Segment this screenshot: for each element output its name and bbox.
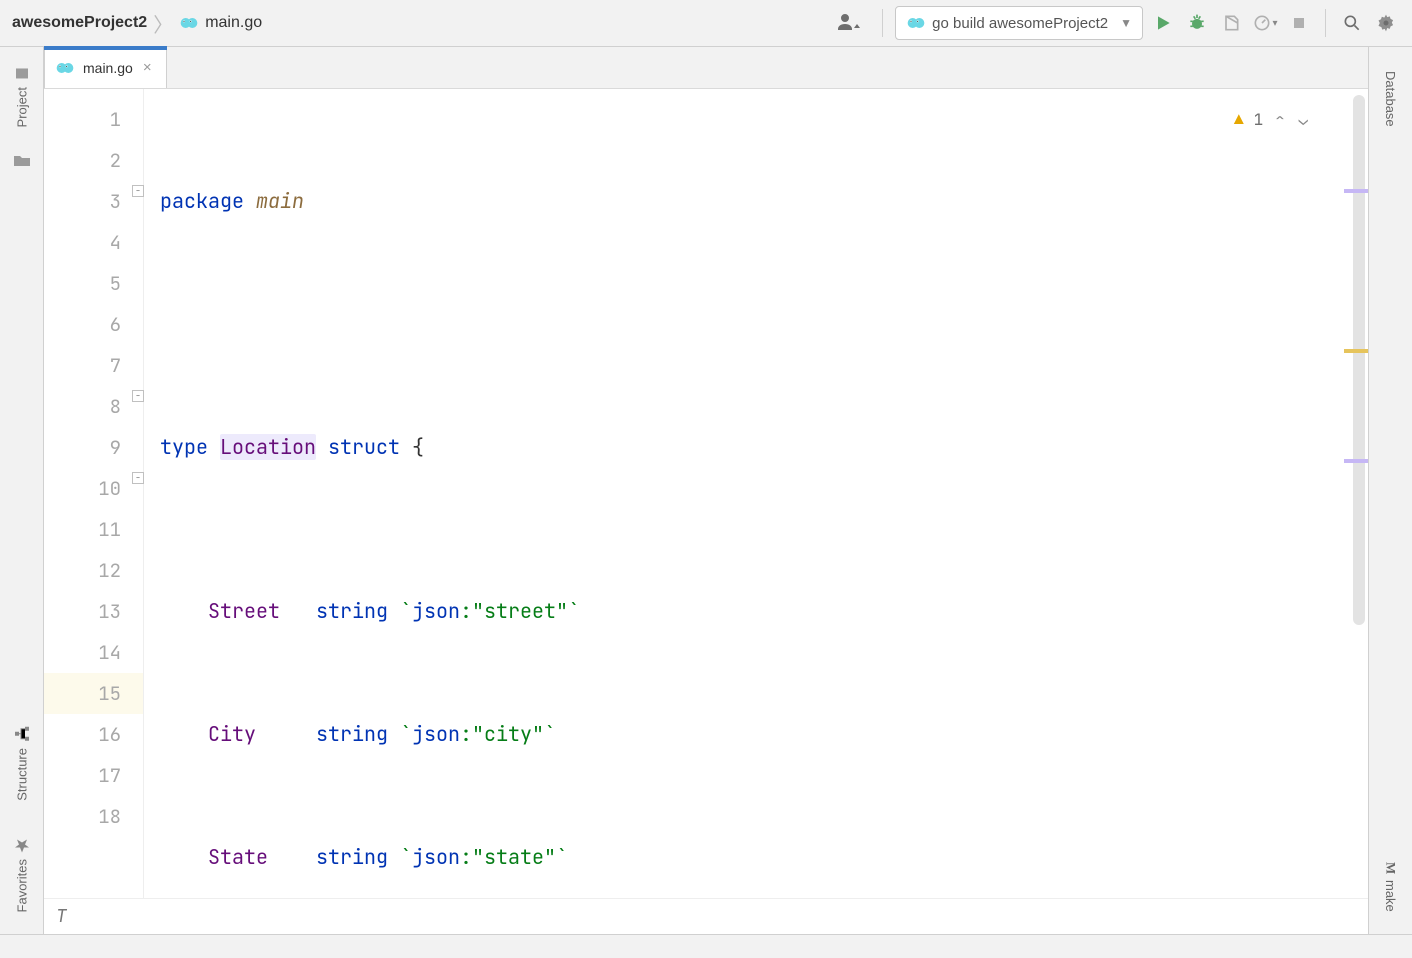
left-sidebar: Project Structure Favorites <box>0 47 44 934</box>
keyword-type: type <box>160 434 208 460</box>
structure-icon <box>14 726 30 742</box>
run-button[interactable] <box>1149 9 1177 37</box>
field-name: City <box>208 721 256 747</box>
scrollbar-thumb[interactable] <box>1353 95 1365 625</box>
toolbar-divider <box>1325 9 1326 37</box>
debug-button[interactable] <box>1183 9 1211 37</box>
code-editor[interactable]: package main type Location struct { Stre… <box>144 89 1344 898</box>
line-number: 5 <box>44 263 121 304</box>
editor-marker-bar[interactable] <box>1344 89 1368 898</box>
line-number: 4 <box>44 222 121 263</box>
field-type: string <box>316 844 388 870</box>
fold-toggle[interactable]: − <box>132 185 144 197</box>
coverage-button[interactable] <box>1217 9 1245 37</box>
folder-icon[interactable] <box>13 153 31 169</box>
make-label: make <box>1383 880 1398 912</box>
fold-toggle[interactable]: − <box>132 472 144 484</box>
project-label: Project <box>14 87 29 127</box>
line-number: 12 <box>44 550 121 591</box>
close-tab-button[interactable]: × <box>141 59 154 76</box>
status-bar <box>0 934 1412 958</box>
inspection-indicator[interactable]: ▲1 ⌃ ⌄ <box>1234 99 1310 140</box>
run-configuration-selector[interactable]: go build awesomeProject2 ▼ <box>895 6 1143 40</box>
breadcrumb-separator: 〉 <box>153 9 173 38</box>
right-sidebar: Database M make <box>1368 47 1412 934</box>
keyword-package: package <box>160 188 244 214</box>
breadcrumb: awesomeProject2 〉 main.go <box>12 9 262 38</box>
editor-breadcrumb-bar: T <box>44 898 1368 934</box>
run-config-label: go build awesomeProject2 <box>932 15 1108 32</box>
tag-val: "city" <box>472 721 544 747</box>
warning-icon: ▲ <box>1234 99 1244 140</box>
make-tool-window-tab[interactable]: M make <box>1383 852 1399 922</box>
line-number: 11 <box>44 509 121 550</box>
next-highlight-button[interactable]: ⌄ <box>1296 109 1310 130</box>
make-icon: M <box>1383 862 1399 874</box>
main-area: Project Structure Favorites main.go × <box>0 47 1412 934</box>
structure-tool-window-tab[interactable]: Structure <box>14 716 30 811</box>
tag-key: json <box>412 721 460 747</box>
favorites-tool-window-tab[interactable]: Favorites <box>14 827 30 922</box>
line-number: 15 <box>44 673 143 714</box>
line-number: 2 <box>44 140 121 181</box>
line-number: 17 <box>44 755 121 796</box>
field-type: string <box>316 598 388 624</box>
line-number: 14 <box>44 632 121 673</box>
line-number: 3 <box>44 181 121 222</box>
struct-name-location: Location <box>220 434 316 460</box>
favorites-label: Favorites <box>14 859 29 912</box>
go-file-icon <box>55 58 75 78</box>
project-icon <box>14 65 30 81</box>
toolbar-divider <box>882 9 883 37</box>
line-number: 1 <box>44 99 121 140</box>
field-name: Street <box>208 598 280 624</box>
stop-button[interactable] <box>1285 9 1313 37</box>
tab-label: main.go <box>83 60 133 76</box>
line-number: 8 <box>44 386 121 427</box>
line-number-gutter[interactable]: 1 2 3 4 5 6 7 8 9 10 11 12 13 14 15 16 1… <box>44 89 144 898</box>
search-button[interactable] <box>1338 9 1366 37</box>
tag-val: "state" <box>472 844 556 870</box>
editor-body: 1 2 3 4 5 6 7 8 9 10 11 12 13 14 15 16 1… <box>44 89 1368 898</box>
database-tool-window-tab[interactable]: Database <box>1383 55 1398 137</box>
prev-highlight-button[interactable]: ⌃ <box>1273 109 1287 130</box>
breadcrumb-project[interactable]: awesomeProject2 <box>12 14 147 32</box>
editor-column: main.go × 1 2 3 4 5 6 7 8 9 10 11 12 13 … <box>44 47 1368 934</box>
user-menu-button[interactable] <box>830 9 870 37</box>
star-icon <box>14 837 30 853</box>
keyword-struct: struct <box>328 434 400 460</box>
field-name: State <box>208 844 268 870</box>
package-name: main <box>256 188 304 214</box>
database-label: Database <box>1383 71 1398 127</box>
project-tool-window-tab[interactable]: Project <box>14 55 30 137</box>
warning-count: 1 <box>1254 99 1264 140</box>
line-number: 9 <box>44 427 121 468</box>
fold-toggle[interactable]: − <box>132 390 144 402</box>
structure-label: Structure <box>14 748 29 801</box>
usage-marker[interactable] <box>1344 459 1368 463</box>
profiler-button[interactable]: ▾ <box>1251 9 1279 37</box>
line-number: 13 <box>44 591 121 632</box>
usage-marker[interactable] <box>1344 189 1368 193</box>
line-number: 6 <box>44 304 121 345</box>
go-file-icon <box>179 13 199 33</box>
line-number: 18 <box>44 796 121 837</box>
line-number: 16 <box>44 714 121 755</box>
tag-key: json <box>412 598 460 624</box>
editor-tab-main-go[interactable]: main.go × <box>44 46 167 88</box>
field-type: string <box>316 721 388 747</box>
top-toolbar: awesomeProject2 〉 main.go go build aweso… <box>0 0 1412 47</box>
chevron-down-icon: ▼ <box>1120 16 1132 30</box>
breadcrumb-file[interactable]: main.go <box>205 14 262 32</box>
tag-val: "street" <box>472 598 568 624</box>
context-crumb[interactable]: T <box>56 905 67 928</box>
warning-marker[interactable] <box>1344 349 1368 353</box>
tag-key: json <box>412 844 460 870</box>
editor-tabbar: main.go × <box>44 47 1368 89</box>
line-number: 7 <box>44 345 121 386</box>
line-number: 10 <box>44 468 121 509</box>
go-file-icon <box>906 13 926 33</box>
settings-button[interactable] <box>1372 9 1400 37</box>
